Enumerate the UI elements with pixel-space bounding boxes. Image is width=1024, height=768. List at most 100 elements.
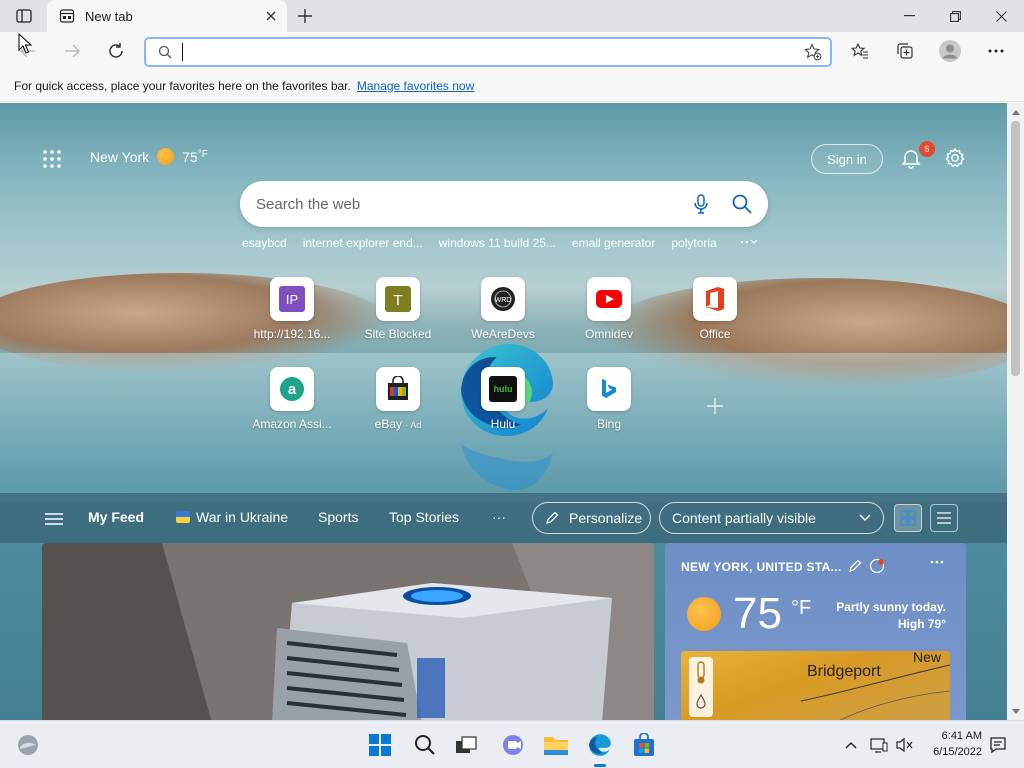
news-card-image[interactable]	[42, 543, 654, 720]
web-search-box[interactable]	[240, 181, 768, 227]
quick-link-tile[interactable]: hulu Hulu	[458, 367, 548, 431]
page-scrollbar[interactable]	[1007, 103, 1024, 720]
web-search-input[interactable]	[256, 195, 694, 213]
weather-alert-icon[interactable]	[869, 558, 885, 574]
more-trending-icon[interactable]	[739, 236, 757, 250]
active-app-indicator	[594, 764, 606, 767]
quick-link-tile[interactable]: IP http://192.16...	[247, 277, 337, 341]
more-tabs-button[interactable]: ···	[492, 509, 506, 525]
temperature-unit: °F	[197, 149, 208, 160]
notification-center-icon[interactable]	[988, 735, 1008, 755]
tab-title: New tab	[85, 8, 133, 24]
weather-card[interactable]: NEW YORK, UNITED STA... 75 °F Partly sun…	[665, 543, 966, 720]
new-tab-button[interactable]	[294, 6, 316, 26]
tile-label: Amazon Assi...	[252, 417, 332, 431]
trending-item[interactable]: email generator	[572, 236, 655, 250]
ad-label: · Ad	[405, 420, 422, 430]
tab-war-in-ukraine[interactable]: War in Ukraine	[176, 509, 288, 525]
restore-button[interactable]	[932, 0, 978, 32]
tile-label: Office	[699, 327, 731, 341]
widgets-icon[interactable]	[14, 731, 42, 759]
show-hidden-icons-chevron-icon[interactable]	[841, 735, 861, 755]
t-icon: T	[376, 277, 420, 321]
start-button-icon[interactable]	[366, 731, 394, 759]
manage-favorites-link[interactable]: Manage favorites now	[357, 79, 474, 93]
chevron-down-icon	[859, 514, 871, 522]
microphone-icon[interactable]	[694, 194, 708, 214]
edge-taskbar-icon[interactable]	[586, 731, 614, 759]
svg-text:IP: IP	[286, 292, 298, 307]
browser-toolbar	[0, 32, 1024, 70]
trending-item[interactable]: internet explorer end...	[303, 236, 423, 250]
clock-time: 6:41 AM	[941, 730, 982, 742]
search-submit-icon[interactable]	[732, 194, 752, 214]
browser-tab[interactable]: New tab	[47, 0, 287, 32]
ebay-icon	[376, 367, 420, 411]
close-window-button[interactable]	[978, 0, 1024, 32]
temperature: 75	[182, 148, 198, 165]
minimize-button[interactable]	[886, 0, 932, 32]
quick-link-tile[interactable]: T Site Blocked	[353, 277, 443, 341]
tab-actions-icon[interactable]	[10, 7, 38, 25]
tab-sports[interactable]: Sports	[318, 509, 358, 525]
trending-item[interactable]: esaybcd	[242, 236, 287, 250]
weather-summary[interactable]: New York 75 °F	[90, 148, 208, 165]
content-visibility-dropdown[interactable]: Content partially visible	[659, 502, 884, 534]
tab-my-feed[interactable]: My Feed	[88, 509, 144, 525]
sun-icon	[687, 597, 721, 631]
page-settings-gear-icon[interactable]	[944, 147, 966, 169]
tile-label: Bing	[596, 417, 622, 431]
address-input[interactable]	[195, 40, 804, 64]
mouse-cursor-icon	[18, 33, 33, 54]
personalize-button[interactable]: Personalize	[532, 502, 651, 534]
add-favorite-icon[interactable]	[804, 43, 822, 61]
quick-link-tile[interactable]: a Amazon Assi...	[247, 367, 337, 431]
tab-top-stories[interactable]: Top Stories	[389, 509, 459, 525]
scroll-up-icon[interactable]	[1011, 107, 1020, 117]
add-quick-link-icon[interactable]	[702, 393, 728, 419]
new-tab-page: New York 75 °F Sign in 6 esaybcd interne…	[0, 103, 1007, 720]
edit-location-icon[interactable]	[848, 559, 862, 573]
sun-icon	[157, 148, 175, 165]
system-clock[interactable]: 6:41 AM 6/15/2022	[920, 728, 982, 760]
quick-link-tile[interactable]: eBay · Ad	[353, 367, 443, 431]
address-bar[interactable]	[144, 37, 832, 67]
weather-map[interactable]: Bridgeport New	[681, 649, 950, 720]
trending-searches: esaybcd internet explorer end... windows…	[242, 236, 757, 250]
weather-description: Partly sunny today. High 79°	[836, 600, 946, 631]
close-tab-icon[interactable]	[261, 6, 281, 26]
menu-icon[interactable]	[45, 512, 63, 526]
grid-view-icon[interactable]	[894, 504, 922, 532]
network-icon[interactable]	[869, 735, 889, 755]
quick-link-tile[interactable]: WRD WeAreDevs	[458, 277, 548, 341]
trending-item[interactable]: windows 11 build 25...	[439, 236, 556, 250]
scroll-down-icon[interactable]	[1011, 706, 1020, 716]
file-explorer-icon[interactable]	[542, 731, 570, 759]
sign-in-button[interactable]: Sign in	[811, 144, 883, 174]
scrollbar-thumb[interactable]	[1011, 121, 1020, 376]
settings-more-icon[interactable]	[982, 38, 1010, 64]
list-view-icon[interactable]	[930, 504, 958, 532]
search-taskbar-icon[interactable]	[411, 731, 439, 759]
weather-card-unit: °F	[791, 597, 812, 619]
tile-label: Omnidev	[584, 327, 634, 341]
microsoft-store-icon[interactable]	[630, 731, 658, 759]
collections-button[interactable]	[891, 38, 919, 64]
search-icon	[158, 45, 172, 59]
favorites-button[interactable]	[846, 38, 874, 64]
youtube-icon	[587, 277, 631, 321]
task-view-icon[interactable]	[452, 731, 480, 759]
trending-item[interactable]: polytoria	[671, 236, 716, 250]
volume-muted-icon[interactable]	[894, 735, 914, 755]
weather-more-icon[interactable]	[930, 560, 944, 564]
apps-launcher-icon[interactable]	[42, 149, 62, 169]
quick-link-tile[interactable]: Bing	[564, 367, 654, 431]
quick-link-tile[interactable]: Office	[670, 277, 760, 341]
refresh-button[interactable]	[102, 38, 130, 64]
teams-chat-icon[interactable]	[498, 731, 526, 759]
forward-button[interactable]	[58, 38, 86, 64]
tile-label: Site Blocked	[364, 327, 432, 341]
office-icon	[693, 277, 737, 321]
profile-avatar[interactable]	[936, 38, 964, 64]
quick-link-tile[interactable]: Omnidev	[564, 277, 654, 341]
